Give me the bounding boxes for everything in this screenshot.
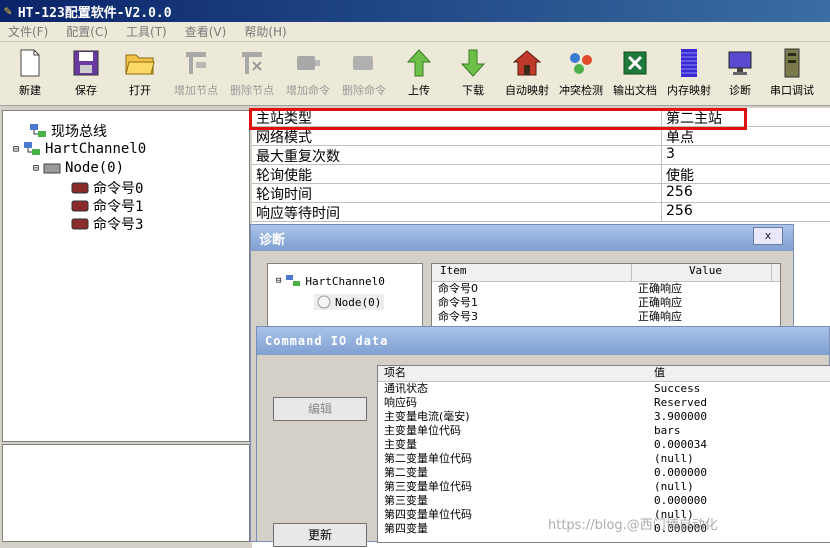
conflict-check-button[interactable]: 冲突检测 (554, 42, 608, 106)
menu-file[interactable]: 文件(F) (8, 23, 48, 40)
table-row[interactable]: 第三变量 0.000000 (378, 494, 830, 508)
delete-node-icon (237, 48, 267, 78)
command-icon (71, 181, 89, 195)
col-value-header[interactable]: 值 (648, 366, 665, 381)
network-icon (23, 141, 41, 157)
menu-config[interactable]: 配置(C) (66, 23, 108, 40)
memory-icon (674, 48, 704, 78)
pencil-icon: ✎ (4, 3, 12, 19)
memory-map-button[interactable]: 内存映射 (662, 42, 716, 106)
new-button[interactable]: 新建 (0, 42, 60, 106)
window-title: HT-123配置软件-V2.0.0 (17, 5, 172, 21)
export-doc-button[interactable]: 输出文档 (608, 42, 662, 106)
list-item[interactable]: 命令号0 正确响应 (432, 282, 780, 296)
table-row[interactable]: 第二变量 0.000000 (378, 466, 830, 480)
property-row[interactable]: 最大重复次数 3 (252, 146, 830, 165)
edit-button[interactable]: 编辑 (273, 397, 367, 421)
collapse-icon[interactable]: ⊟ (276, 276, 281, 286)
new-file-icon (15, 48, 45, 78)
command-icon (71, 217, 89, 231)
command-io-dialog: Command IO data 编辑 更新 项名 值 通讯状态 Success 响… (256, 326, 830, 547)
delete-command-button[interactable]: 删除命令 (336, 42, 392, 106)
menu-bar: 文件(F) 配置(C) 工具(T) 查看(V) 帮助(H) (0, 22, 830, 42)
serial-debug-button[interactable]: 串口调试 (764, 42, 820, 106)
menu-tools[interactable]: 工具(T) (126, 23, 167, 40)
table-row[interactable]: 第二变量单位代码 (null) (378, 452, 830, 466)
diag-tree-channel[interactable]: ⊟ HartChannel0 (276, 274, 385, 288)
delete-node-button[interactable]: 删除节点 (224, 42, 280, 106)
command-icon (71, 199, 89, 213)
open-folder-icon (125, 48, 155, 78)
output-pane (2, 444, 250, 542)
property-row[interactable]: 轮询时间 256 (252, 184, 830, 203)
list-header: Item Value (432, 264, 780, 282)
title-bar: ✎ HT-123配置软件-V2.0.0 (0, 0, 830, 22)
col-value-header[interactable]: Value (632, 264, 772, 281)
network-icon (285, 274, 301, 288)
update-button[interactable]: 更新 (273, 523, 367, 547)
collapse-icon[interactable]: ⊟ (33, 163, 39, 174)
watermark: https://blog.@西门博自动化 (548, 518, 718, 533)
grid-header: 项名 值 (378, 366, 830, 382)
tree-root[interactable]: 现场总线 (29, 121, 107, 141)
list-item[interactable]: 命令号1 正确响应 (432, 296, 780, 310)
table-row[interactable]: 通讯状态 Success (378, 382, 830, 396)
diagnose-button[interactable]: 诊断 (716, 42, 764, 106)
collapse-icon[interactable]: ⊟ (13, 144, 19, 155)
tree-command-1[interactable]: 命令号1 (71, 196, 143, 216)
diag-tree-node[interactable]: Node(0) (314, 294, 385, 310)
circle-node-icon (317, 295, 331, 309)
save-icon (71, 48, 101, 78)
add-command-icon (293, 48, 323, 78)
open-button[interactable]: 打开 (112, 42, 168, 106)
close-button[interactable]: x (753, 227, 783, 245)
tree-command-3[interactable]: 命令号3 (71, 214, 143, 234)
menu-help[interactable]: 帮助(H) (244, 23, 286, 40)
conflict-check-icon (566, 48, 596, 78)
upload-button[interactable]: 上传 (392, 42, 446, 106)
menu-view[interactable]: 查看(V) (185, 23, 227, 40)
tree-channel[interactable]: ⊟ HartChannel0 (13, 141, 146, 157)
add-command-button[interactable]: 增加命令 (280, 42, 336, 106)
col-name-header[interactable]: 项名 (378, 366, 648, 381)
list-item[interactable]: 命令号3 正确响应 (432, 310, 780, 324)
save-button[interactable]: 保存 (60, 42, 112, 106)
network-icon (29, 123, 47, 139)
tree-command-0[interactable]: 命令号0 (71, 178, 143, 198)
table-row[interactable]: 主变量电流(毫安) 3.900000 (378, 410, 830, 424)
table-row[interactable]: 主变量单位代码 bars (378, 424, 830, 438)
serial-icon (777, 48, 807, 78)
highlight-box (249, 108, 747, 130)
house-icon (512, 48, 542, 78)
property-row[interactable]: 轮询使能 使能 (252, 165, 830, 184)
project-tree: 现场总线 ⊟ HartChannel0 ⊟ Node(0) 命令号0 命令号1 … (2, 110, 250, 442)
add-node-button[interactable]: 增加节点 (168, 42, 224, 106)
toolbar: 新建 保存 打开 增加节点 删除节点 增加命令 删除命令 上传 下载 自动映射 … (0, 42, 830, 106)
device-icon (43, 161, 61, 175)
upload-arrow-icon (404, 48, 434, 78)
col-item-header[interactable]: Item (432, 264, 632, 281)
excel-icon (620, 48, 650, 78)
table-row[interactable]: 响应码 Reserved (378, 396, 830, 410)
delete-command-icon (349, 48, 379, 78)
tree-node[interactable]: ⊟ Node(0) (33, 160, 124, 176)
download-arrow-icon (458, 48, 488, 78)
property-row[interactable]: 响应等待时间 256 (252, 203, 830, 222)
command-io-title-bar: Command IO data (257, 327, 829, 355)
add-node-icon (181, 48, 211, 78)
table-row[interactable]: 第三变量单位代码 (null) (378, 480, 830, 494)
table-row[interactable]: 主变量 0.000034 (378, 438, 830, 452)
diagnose-title-bar: 诊断 (251, 225, 793, 251)
download-button[interactable]: 下载 (446, 42, 500, 106)
monitor-icon (725, 48, 755, 78)
auto-map-button[interactable]: 自动映射 (500, 42, 554, 106)
